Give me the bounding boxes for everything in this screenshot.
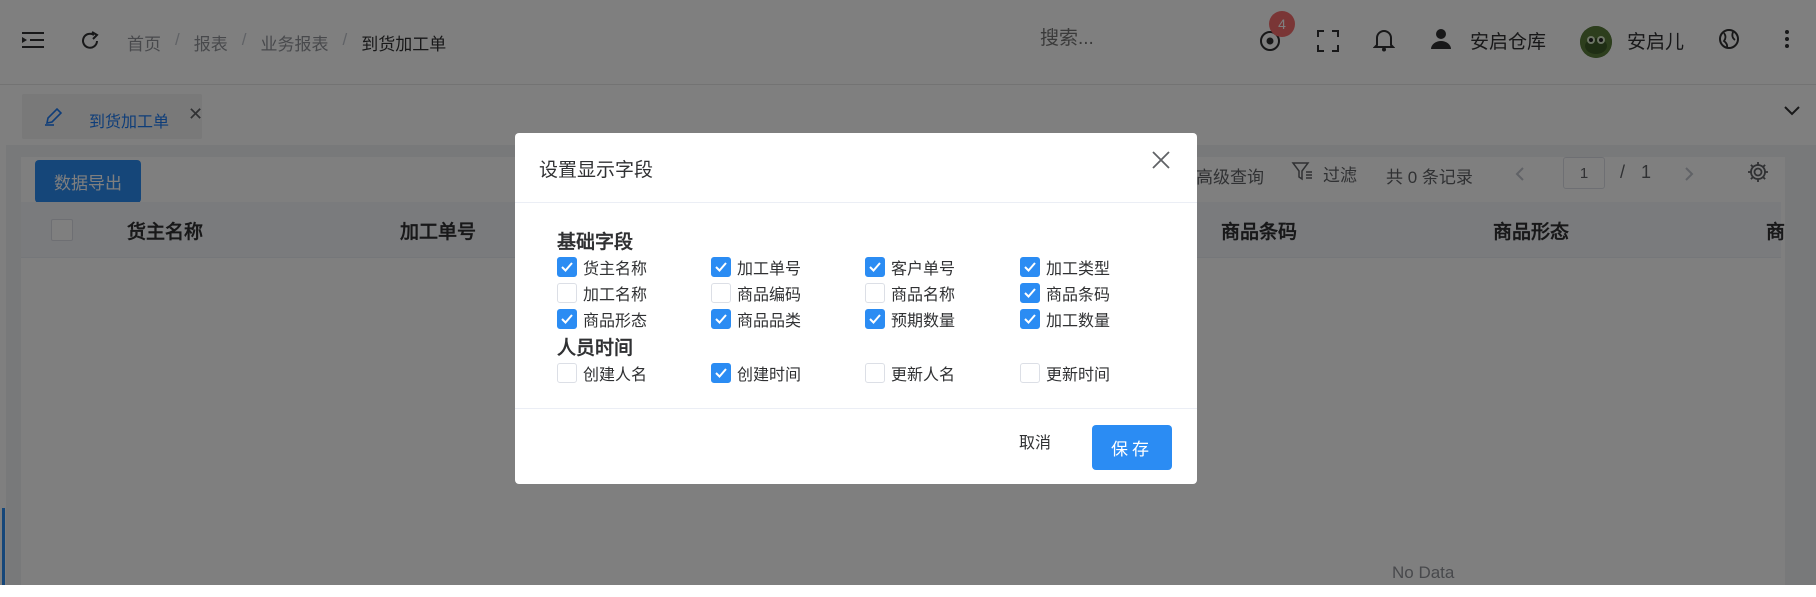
- checkbox-label: 预期数量: [891, 313, 956, 330]
- checkbox-label: 商品品类: [737, 313, 802, 330]
- cancel-button[interactable]: 取消: [1010, 426, 1060, 456]
- dialog-header-divider: [515, 202, 1197, 203]
- field-checkbox[interactable]: 商品形态: [557, 307, 647, 331]
- checkbox-label: 商品形态: [583, 313, 648, 330]
- dialog-footer-divider: [515, 408, 1197, 409]
- field-checkbox[interactable]: 商品名称: [865, 281, 955, 305]
- checkbox-label: 客户单号: [891, 261, 956, 278]
- save-button[interactable]: 保存: [1092, 425, 1172, 470]
- checkbox[interactable]: [557, 309, 577, 329]
- checkbox[interactable]: [1020, 283, 1040, 303]
- checkbox[interactable]: [1020, 363, 1040, 383]
- checkbox[interactable]: [711, 283, 731, 303]
- checkbox[interactable]: [865, 283, 885, 303]
- checkbox[interactable]: [711, 363, 731, 383]
- checkbox-label: 创建时间: [737, 367, 802, 384]
- checkbox-label: 加工数量: [1046, 313, 1111, 330]
- close-icon[interactable]: [1152, 151, 1170, 169]
- checkbox-label: 商品编码: [737, 287, 802, 304]
- group-title-basic-fields: 基础字段: [557, 232, 634, 253]
- checkbox-label: 加工类型: [1046, 261, 1111, 278]
- checkbox-label: 商品名称: [891, 287, 956, 304]
- checkbox[interactable]: [557, 363, 577, 383]
- checkbox-label: 更新时间: [1046, 367, 1111, 384]
- checkbox[interactable]: [1020, 309, 1040, 329]
- checkbox-label: 加工单号: [737, 261, 802, 278]
- checkbox[interactable]: [865, 257, 885, 277]
- checkbox[interactable]: [557, 257, 577, 277]
- field-checkbox[interactable]: 加工单号: [711, 255, 801, 279]
- dialog-title: 设置显示字段: [539, 160, 654, 181]
- checkbox[interactable]: [865, 309, 885, 329]
- checkbox-label: 创建人名: [583, 367, 648, 384]
- checkbox-label: 加工名称: [583, 287, 648, 304]
- field-checkbox[interactable]: 预期数量: [865, 307, 955, 331]
- checkbox[interactable]: [711, 309, 731, 329]
- field-checkbox[interactable]: 创建人名: [557, 361, 647, 385]
- checkbox[interactable]: [1020, 257, 1040, 277]
- field-checkbox[interactable]: 加工数量: [1020, 307, 1110, 331]
- checkbox[interactable]: [557, 283, 577, 303]
- checkbox[interactable]: [865, 363, 885, 383]
- field-checkbox[interactable]: 加工类型: [1020, 255, 1110, 279]
- field-checkbox[interactable]: 客户单号: [865, 255, 955, 279]
- checkbox-label: 货主名称: [583, 261, 648, 278]
- display-fields-dialog: 设置显示字段 基础字段 货主名称 加工单号 客户单号 加工类型 加工名称 商品编…: [515, 133, 1197, 484]
- field-checkbox[interactable]: 更新人名: [865, 361, 955, 385]
- field-checkbox[interactable]: 商品条码: [1020, 281, 1110, 305]
- group-title-personnel-time: 人员时间: [557, 338, 634, 359]
- checkbox-label: 商品条码: [1046, 287, 1111, 304]
- field-checkbox[interactable]: 商品品类: [711, 307, 801, 331]
- checkbox-label: 更新人名: [891, 367, 956, 384]
- field-checkbox[interactable]: 货主名称: [557, 255, 647, 279]
- field-checkbox[interactable]: 更新时间: [1020, 361, 1110, 385]
- checkbox[interactable]: [711, 257, 731, 277]
- field-checkbox[interactable]: 商品编码: [711, 281, 801, 305]
- field-checkbox[interactable]: 加工名称: [557, 281, 647, 305]
- field-checkbox[interactable]: 创建时间: [711, 361, 801, 385]
